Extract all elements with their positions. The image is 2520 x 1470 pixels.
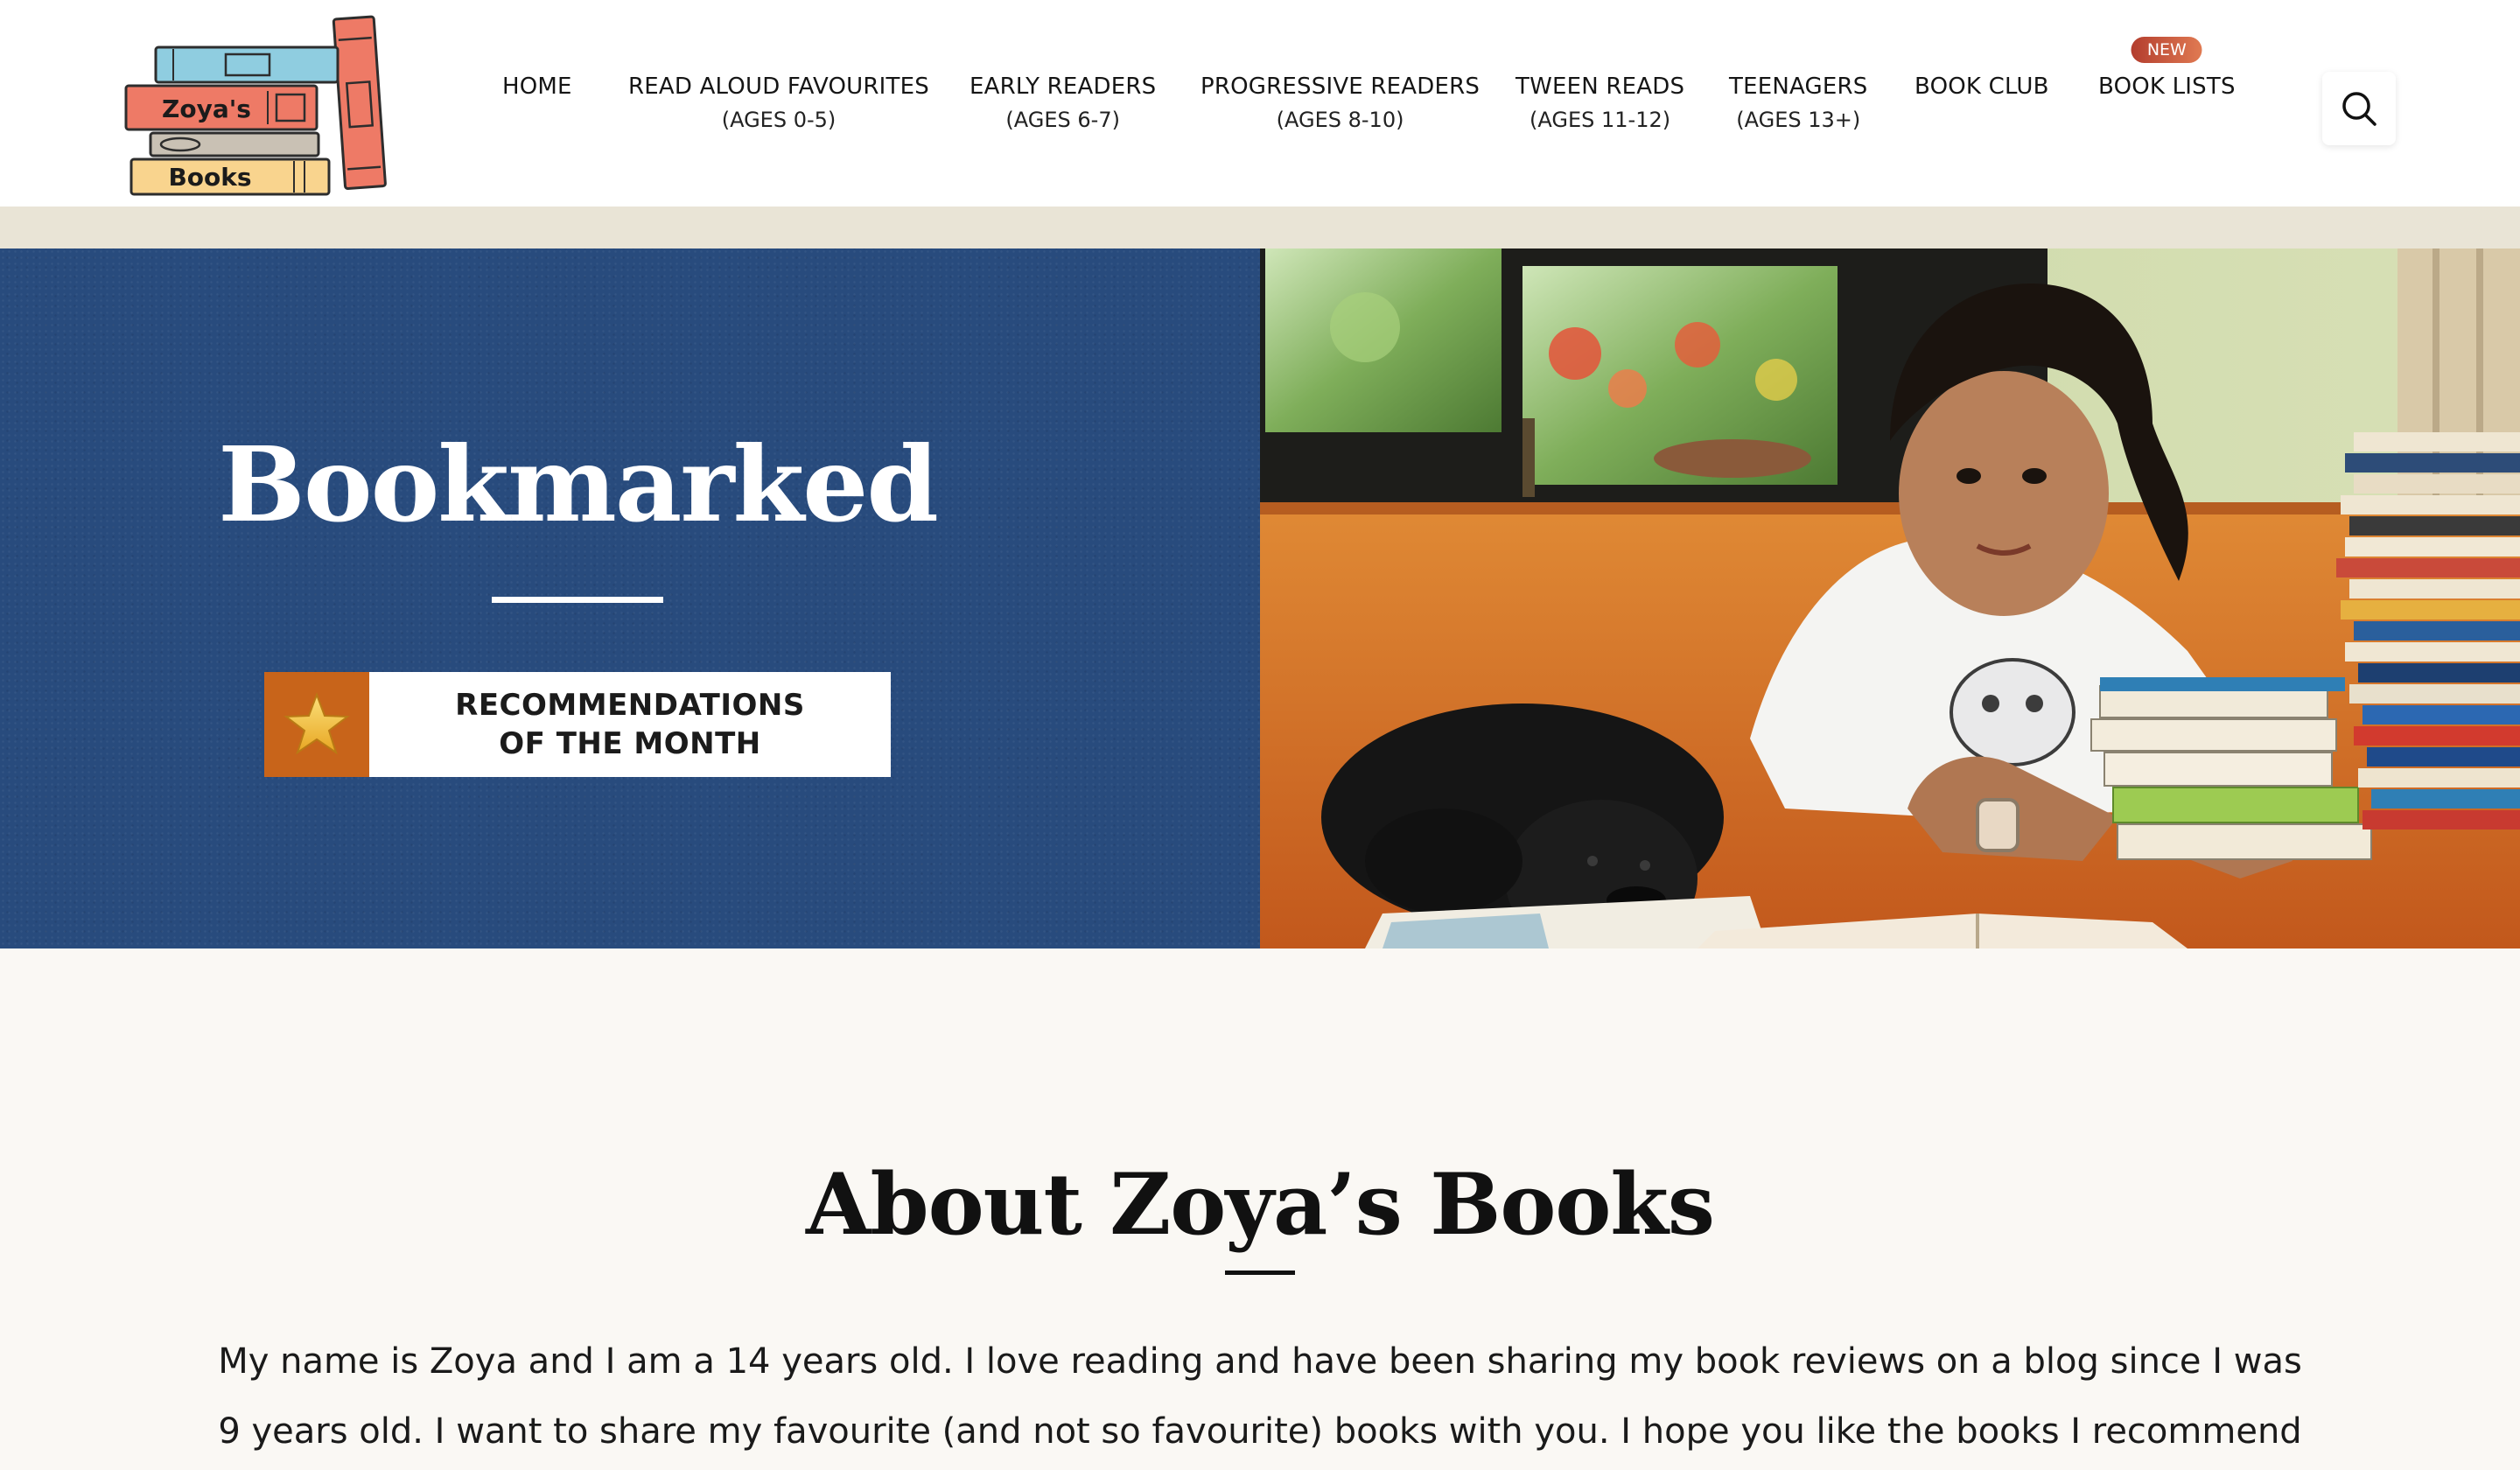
new-badge: NEW [2131, 37, 2202, 63]
about-paragraph-line-2: 9 years old. I want to share my favourit… [218, 1411, 2302, 1452]
hero-photo [1260, 248, 2520, 948]
recommendations-line2: OF THE MONTH [499, 726, 761, 761]
nav-item-progressive-readers[interactable]: PROGRESSIVE READERS (AGES 8-10) [1200, 72, 1480, 135]
logo-line2: Books [168, 163, 251, 192]
nav-label: TWEEN READS [1516, 74, 1685, 100]
nav-item-book-club[interactable]: BOOK CLUB [1914, 72, 2049, 102]
nav-label: PROGRESSIVE READERS [1200, 74, 1480, 100]
nav-item-home[interactable]: HOME [502, 72, 572, 102]
nav-item-book-lists[interactable]: NEW BOOK LISTS [2098, 37, 2236, 102]
site-logo[interactable]: Zoya's Books [122, 12, 411, 196]
about-paragraph: My name is Zoya and I am a 14 years old.… [210, 1326, 2310, 1466]
logo-books-illustration: Zoya's Books [124, 15, 387, 196]
nav-label: EARLY READERS [970, 74, 1157, 100]
nav-item-tween-reads[interactable]: TWEEN READS (AGES 11-12) [1516, 72, 1684, 135]
about-paragraph-line-1: My name is Zoya and I am a 14 years old.… [218, 1341, 2302, 1382]
hero-divider [492, 597, 663, 603]
recommendations-of-the-month-button[interactable]: RECOMMENDATIONS OF THE MONTH [264, 672, 891, 777]
nav-item-early-readers[interactable]: EARLY READERS (AGES 6-7) [970, 72, 1156, 135]
search-icon [2342, 92, 2376, 126]
header-divider-strip [0, 206, 2520, 248]
about-divider [1225, 1270, 1295, 1275]
nav-label: TEENAGERS [1729, 74, 1868, 100]
hero-banner-panel: Bookmarked RECOMMENDATIONS OF THE MONTH [0, 248, 1260, 948]
about-title: About Zoya’s Books [806, 1155, 1715, 1254]
main-nav: HOME READ ALOUD FAVOURITES (AGES 0-5) EA… [490, 37, 2249, 150]
recommendations-label: RECOMMENDATIONS OF THE MONTH [369, 672, 891, 777]
hero-title: Bookmarked [218, 424, 939, 545]
nav-item-read-aloud-favourites[interactable]: READ ALOUD FAVOURITES (AGES 0-5) [628, 72, 929, 135]
logo-line1: Zoya's [162, 94, 251, 123]
nav-sublabel: (AGES 8-10) [1276, 108, 1404, 132]
site-header: Zoya's Books HOME READ ALOUD FAVOURITES … [0, 0, 2520, 206]
girl-reading-with-dog-photo [1260, 248, 2520, 948]
nav-sublabel: (AGES 0-5) [721, 108, 836, 132]
nav-sublabel: (AGES 13+) [1736, 108, 1861, 132]
search-button[interactable] [2322, 72, 2396, 145]
recommendations-line1: RECOMMENDATIONS [455, 688, 805, 723]
star-badge [264, 672, 369, 777]
star-icon [284, 692, 350, 755]
nav-sublabel: (AGES 6-7) [1005, 108, 1120, 132]
nav-label: READ ALOUD FAVOURITES [628, 74, 929, 100]
nav-label: BOOK LISTS [2098, 74, 2236, 100]
nav-item-teenagers[interactable]: TEENAGERS (AGES 13+) [1729, 72, 1867, 135]
nav-sublabel: (AGES 11-12) [1530, 108, 1671, 132]
nav-label: BOOK CLUB [1914, 74, 2049, 100]
nav-label: HOME [502, 74, 572, 100]
